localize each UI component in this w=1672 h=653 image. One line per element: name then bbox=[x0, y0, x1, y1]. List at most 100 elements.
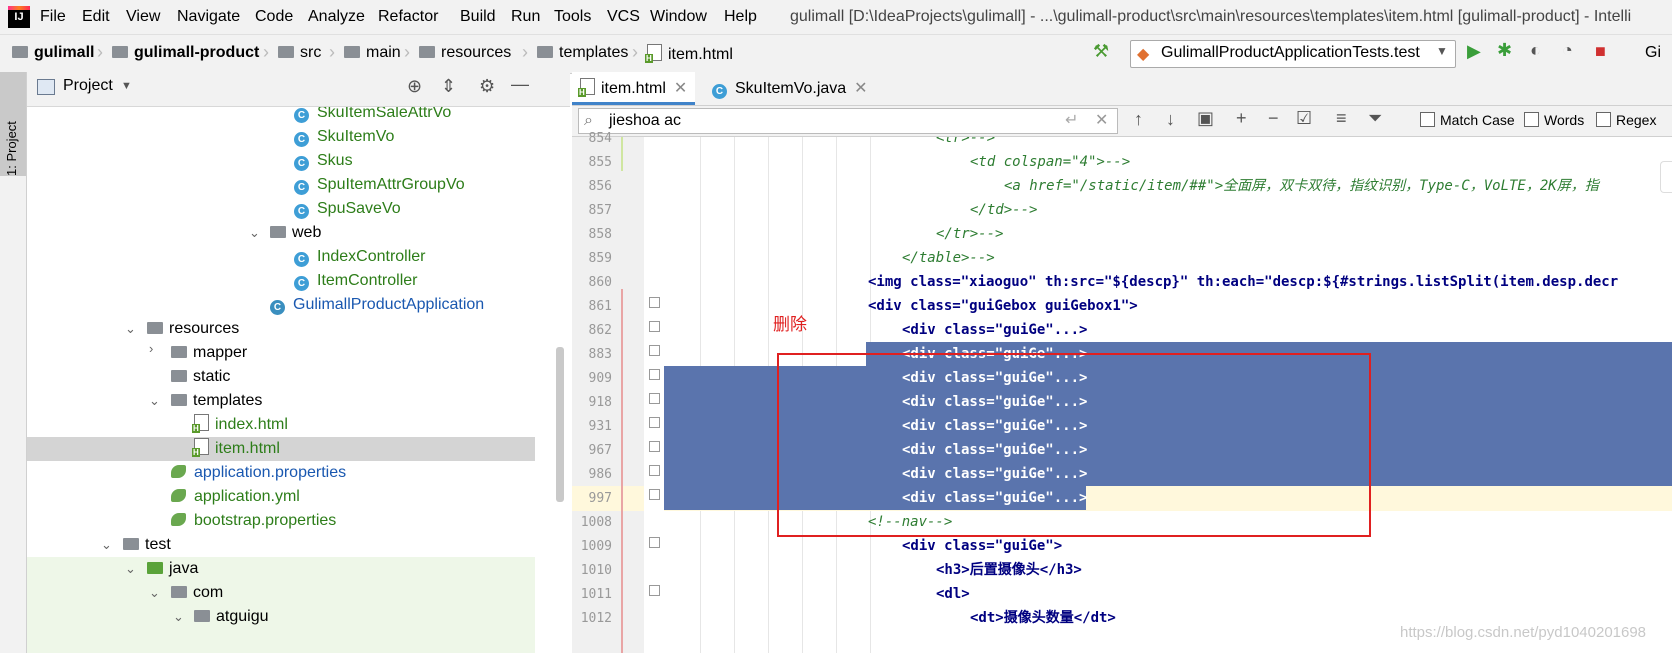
previous-occurrence-icon[interactable]: ↑ bbox=[1134, 109, 1143, 130]
chevron-down-icon[interactable]: ⌄ bbox=[249, 225, 260, 241]
menu-code[interactable]: Code bbox=[255, 8, 293, 26]
menu-edit[interactable]: Edit bbox=[82, 8, 110, 26]
code-line: <div class="guiGe"...> bbox=[902, 322, 1088, 338]
tree-item-application-properties[interactable]: application.properties bbox=[171, 461, 346, 485]
chevron-down-icon[interactable]: ⌄ bbox=[101, 537, 112, 553]
tab-item-html[interactable]: item.html ✕ bbox=[572, 72, 696, 105]
chevron-right-icon[interactable]: › bbox=[149, 341, 153, 356]
fold-toggle-icon[interactable] bbox=[649, 489, 660, 500]
menu-file[interactable]: File bbox=[40, 8, 66, 26]
fold-toggle-icon[interactable] bbox=[649, 417, 660, 428]
context-icon[interactable]: ≡ bbox=[1336, 108, 1347, 129]
tree-item-static[interactable]: static bbox=[171, 365, 230, 389]
menu-window[interactable]: Window bbox=[650, 8, 707, 26]
next-occurrence-icon[interactable]: ↓ bbox=[1166, 109, 1175, 130]
tree-item-spusavevo[interactable]: C SpuSaveVo bbox=[294, 197, 401, 221]
fold-toggle-icon[interactable] bbox=[649, 393, 660, 404]
tree-scrollbar[interactable] bbox=[556, 347, 564, 502]
menu-analyze[interactable]: Analyze bbox=[308, 8, 365, 26]
tree-item-templates[interactable]: templates bbox=[171, 389, 262, 413]
fold-toggle-icon[interactable] bbox=[649, 297, 660, 308]
chevron-down-icon[interactable]: ⌄ bbox=[125, 321, 136, 337]
tree-item-skus[interactable]: C Skus bbox=[294, 149, 353, 173]
tree-item-test[interactable]: test bbox=[123, 533, 171, 557]
tree-item-atguigu[interactable]: atguigu bbox=[194, 605, 269, 629]
breadcrumb-gulimall[interactable]: gulimall bbox=[12, 44, 94, 62]
select-all-occurrences-icon[interactable]: ☑ bbox=[1296, 108, 1312, 129]
line-number: 854 bbox=[588, 131, 612, 146]
git-label[interactable]: Gi bbox=[1645, 44, 1661, 62]
breadcrumb-templates[interactable]: templates bbox=[537, 44, 628, 62]
tree-item-item-html-selected[interactable]: item.html bbox=[27, 437, 535, 461]
menu-run[interactable]: Run bbox=[511, 8, 540, 26]
clear-search-icon[interactable]: ✕ bbox=[1095, 109, 1108, 133]
fold-toggle-icon[interactable] bbox=[649, 537, 660, 548]
tree-item-bootstrap-properties[interactable]: bootstrap.properties bbox=[171, 509, 336, 533]
filter-window-icon[interactable]: ▣ bbox=[1197, 108, 1214, 129]
chevron-down-icon[interactable]: ⌄ bbox=[149, 393, 160, 409]
menu-refactor[interactable]: Refactor bbox=[378, 8, 438, 26]
tree-item-web[interactable]: web bbox=[270, 221, 321, 245]
stop-icon[interactable]: ■ bbox=[1595, 41, 1606, 62]
add-selection-icon[interactable]: + bbox=[1236, 108, 1247, 129]
menu-vcs[interactable]: VCS bbox=[607, 8, 640, 26]
tree-item-gulimallproductapplication[interactable]: C GulimallProductApplication bbox=[270, 293, 484, 317]
breadcrumb-gulimall-product[interactable]: gulimall-product bbox=[112, 44, 259, 62]
tree-item-com[interactable]: com bbox=[171, 581, 223, 605]
project-panel-title[interactable]: Project bbox=[63, 77, 113, 95]
fold-toggle-icon[interactable] bbox=[649, 321, 660, 332]
tree-item-application-yml[interactable]: application.yml bbox=[171, 485, 300, 509]
tree-item-index-html[interactable]: index.html bbox=[192, 413, 288, 437]
build-hammer-icon[interactable]: ⚒ bbox=[1093, 41, 1109, 62]
tree-item-resources[interactable]: resources bbox=[147, 317, 239, 341]
breadcrumb-item-html[interactable]: item.html bbox=[645, 44, 733, 64]
tree-item-mapper[interactable]: mapper bbox=[171, 341, 247, 365]
menu-tools[interactable]: Tools bbox=[554, 8, 591, 26]
tree-item-itemcontroller[interactable]: C ItemController bbox=[294, 269, 417, 293]
gear-icon[interactable]: ⚙ bbox=[479, 76, 495, 97]
menu-navigate[interactable]: Navigate bbox=[177, 8, 240, 26]
hide-panel-icon[interactable]: — bbox=[511, 74, 529, 95]
close-icon[interactable]: ✕ bbox=[854, 80, 867, 97]
line-number: 986 bbox=[588, 467, 612, 482]
tree-item-java[interactable]: java bbox=[147, 557, 198, 581]
search-input[interactable]: ⌕ jieshoa ac ↵ ✕ bbox=[578, 108, 1118, 134]
coverage-icon[interactable]: ◐ bbox=[1530, 40, 1541, 61]
chevron-down-icon[interactable]: ⌄ bbox=[149, 585, 160, 601]
filter-icon[interactable]: ⏷ bbox=[1368, 108, 1382, 129]
fold-toggle-icon[interactable] bbox=[649, 465, 660, 476]
tree-item-skuitemvo[interactable]: C SkuItemVo bbox=[294, 125, 394, 149]
tree-item-spuitemattrgroupvo[interactable]: C SpuItemAttrGroupVo bbox=[294, 173, 465, 197]
tree-item-skuitemsaleattrvo[interactable]: C SkuItemSaleAttrVo bbox=[294, 107, 451, 125]
fold-toggle-icon[interactable] bbox=[649, 345, 660, 356]
chevron-down-icon[interactable]: ▼ bbox=[121, 80, 132, 92]
chevron-down-icon[interactable]: ⌄ bbox=[173, 609, 184, 625]
run-configuration-select[interactable]: ◆ GulimallProductApplicationTests.test ▼ bbox=[1130, 40, 1456, 68]
watermark: https://blog.csdn.net/pyd1040201698 bbox=[1400, 624, 1647, 641]
tree-item-indexcontroller[interactable]: C IndexController bbox=[294, 245, 426, 269]
close-icon[interactable]: ✕ bbox=[674, 80, 687, 97]
menu-help[interactable]: Help bbox=[724, 8, 757, 26]
match-case-checkbox[interactable]: Match Case bbox=[1420, 112, 1515, 128]
new-line-icon[interactable]: ↵ bbox=[1065, 109, 1078, 133]
project-tool-tab-label[interactable]: 1: Project bbox=[4, 121, 19, 176]
run-icon[interactable]: ▶ bbox=[1467, 41, 1481, 62]
fold-toggle-icon[interactable] bbox=[649, 441, 660, 452]
breadcrumb-resources[interactable]: resources bbox=[419, 44, 511, 62]
fold-toggle-icon[interactable] bbox=[649, 585, 660, 596]
browser-preview-icon[interactable] bbox=[1660, 161, 1672, 193]
remove-selection-icon[interactable]: − bbox=[1268, 108, 1279, 129]
locate-file-icon[interactable]: ⊕ bbox=[407, 76, 422, 97]
chevron-down-icon[interactable]: ⌄ bbox=[125, 561, 136, 577]
profiler-icon[interactable]: ◔ bbox=[1562, 40, 1573, 61]
breadcrumb-main[interactable]: main bbox=[344, 44, 401, 62]
menu-build[interactable]: Build bbox=[460, 8, 496, 26]
tab-skuitemvo-java[interactable]: C SkuItemVo.java ✕ bbox=[704, 72, 876, 105]
debug-bug-icon[interactable]: ✱ bbox=[1497, 40, 1512, 61]
breadcrumb-src[interactable]: src bbox=[278, 44, 321, 62]
collapse-all-icon[interactable]: ⇕ bbox=[441, 76, 456, 97]
menu-view[interactable]: View bbox=[126, 8, 160, 26]
fold-toggle-icon[interactable] bbox=[649, 369, 660, 380]
regex-checkbox[interactable]: Regex bbox=[1596, 112, 1656, 128]
words-checkbox[interactable]: Words bbox=[1524, 112, 1584, 128]
